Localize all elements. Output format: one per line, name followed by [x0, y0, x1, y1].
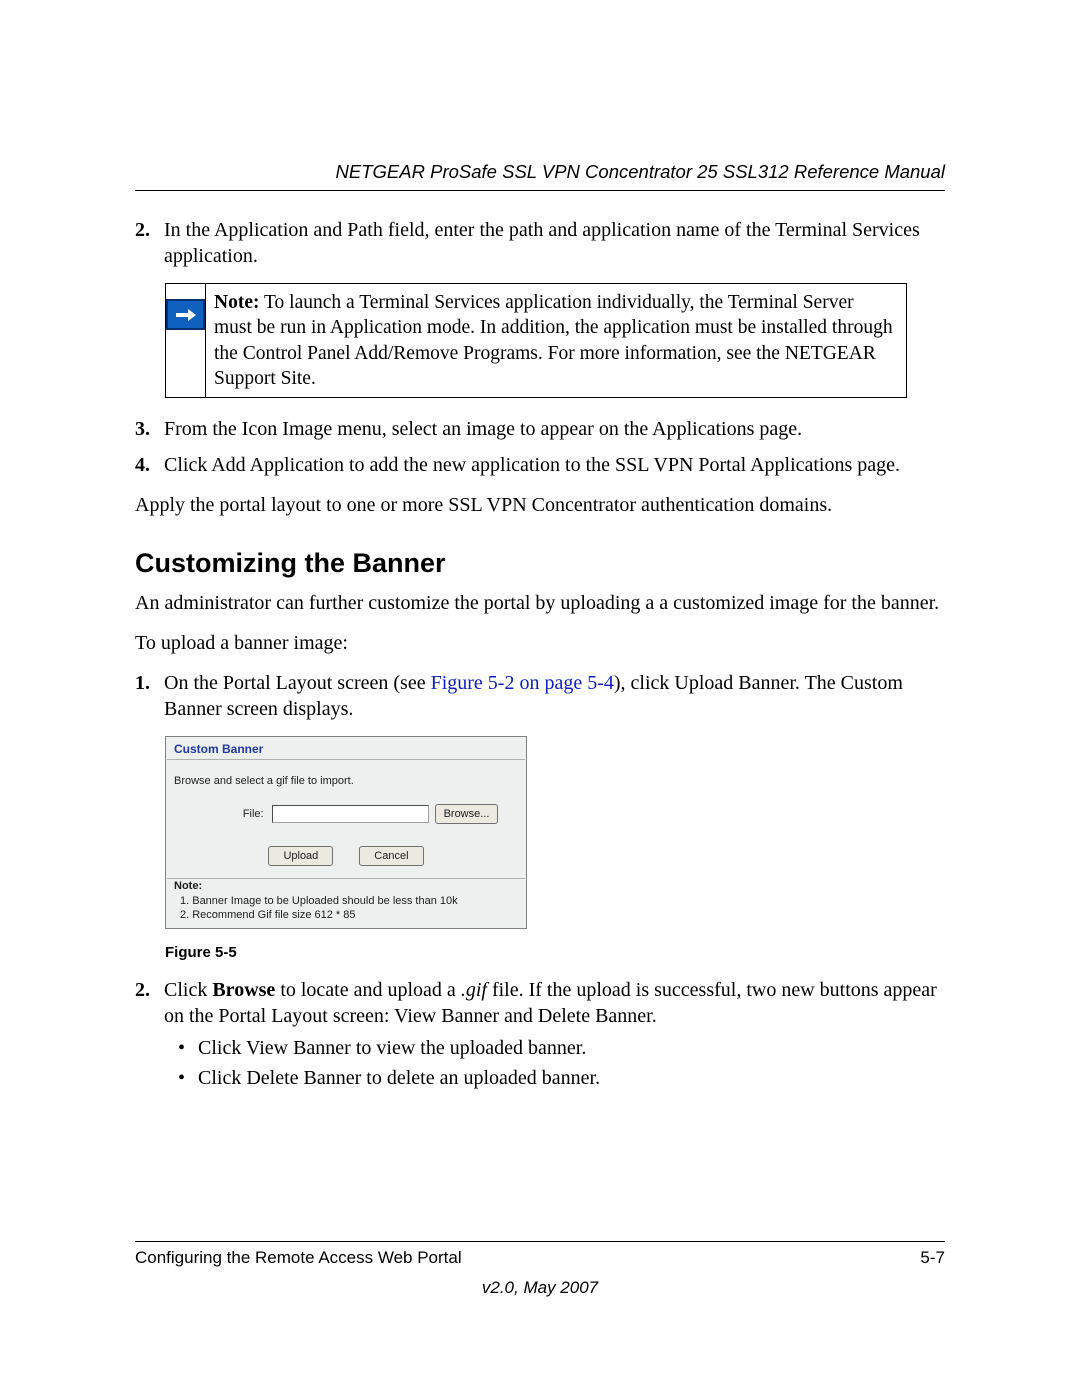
page-footer: Configuring the Remote Access Web Portal…	[135, 1241, 945, 1299]
upload-button[interactable]: Upload	[268, 846, 333, 866]
running-header: NETGEAR ProSafe SSL VPN Concentrator 25 …	[135, 160, 945, 184]
text-italic: .gif	[461, 979, 487, 1001]
paragraph: To upload a banner image:	[135, 630, 945, 656]
section-heading: Customizing the Banner	[135, 546, 945, 581]
list-item-text: Click Browse to locate and upload a .gif…	[164, 977, 945, 1095]
dialog-note-item: 1. Banner Image to be Uploaded should be…	[180, 894, 518, 908]
bullet-item: Click Delete Banner to delete an uploade…	[164, 1065, 945, 1091]
header-rule	[135, 190, 945, 191]
dialog-title: Custom Banner	[166, 737, 526, 760]
dialog-instruction: Browse and select a gif file to import.	[166, 760, 526, 804]
list-number: 2.	[135, 977, 164, 1095]
arrow-right-icon	[166, 299, 205, 330]
dialog-note-item: 2. Recommend Gif file size 612 * 85	[180, 908, 518, 922]
list-item-text: Click Add Application to add the new app…	[164, 452, 945, 478]
footer-rule	[135, 1241, 945, 1242]
note-prefix: Note:	[214, 292, 259, 313]
paragraph: Apply the portal layout to one or more S…	[135, 492, 945, 518]
cancel-button[interactable]: Cancel	[359, 846, 423, 866]
text-bold: Browse	[212, 979, 275, 1001]
file-input[interactable]	[272, 805, 429, 823]
footer-page-number: 5-7	[920, 1247, 945, 1269]
list-number: 4.	[135, 452, 164, 478]
text-fragment: to locate and upload a	[275, 979, 461, 1001]
footer-section-title: Configuring the Remote Access Web Portal	[135, 1247, 462, 1269]
list-item-text: In the Application and Path field, enter…	[164, 217, 945, 269]
list-item-text: From the Icon Image menu, select an imag…	[164, 416, 945, 442]
paragraph: An administrator can further customize t…	[135, 590, 945, 616]
text-fragment: Click	[164, 979, 212, 1001]
list-number: 1.	[135, 670, 164, 722]
list-number: 3.	[135, 416, 164, 442]
note-callout: Note: To launch a Terminal Services appl…	[165, 283, 907, 398]
list-number: 2.	[135, 217, 164, 269]
dialog-note-head: Note:	[166, 879, 526, 893]
file-label: File:	[194, 807, 264, 821]
bullet-item: Click View Banner to view the uploaded b…	[164, 1035, 945, 1061]
text-fragment: On the Portal Layout screen (see	[164, 672, 431, 694]
note-text: To launch a Terminal Services applicatio…	[214, 292, 893, 389]
footer-version: v2.0, May 2007	[135, 1277, 945, 1299]
browse-button[interactable]: Browse...	[435, 804, 499, 824]
figure-caption: Figure 5-5	[165, 943, 945, 963]
custom-banner-dialog: Custom Banner Browse and select a gif fi…	[165, 736, 527, 930]
list-item-text: On the Portal Layout screen (see Figure …	[164, 670, 945, 722]
cross-reference-link[interactable]: Figure 5-2 on page 5-4	[431, 672, 614, 694]
